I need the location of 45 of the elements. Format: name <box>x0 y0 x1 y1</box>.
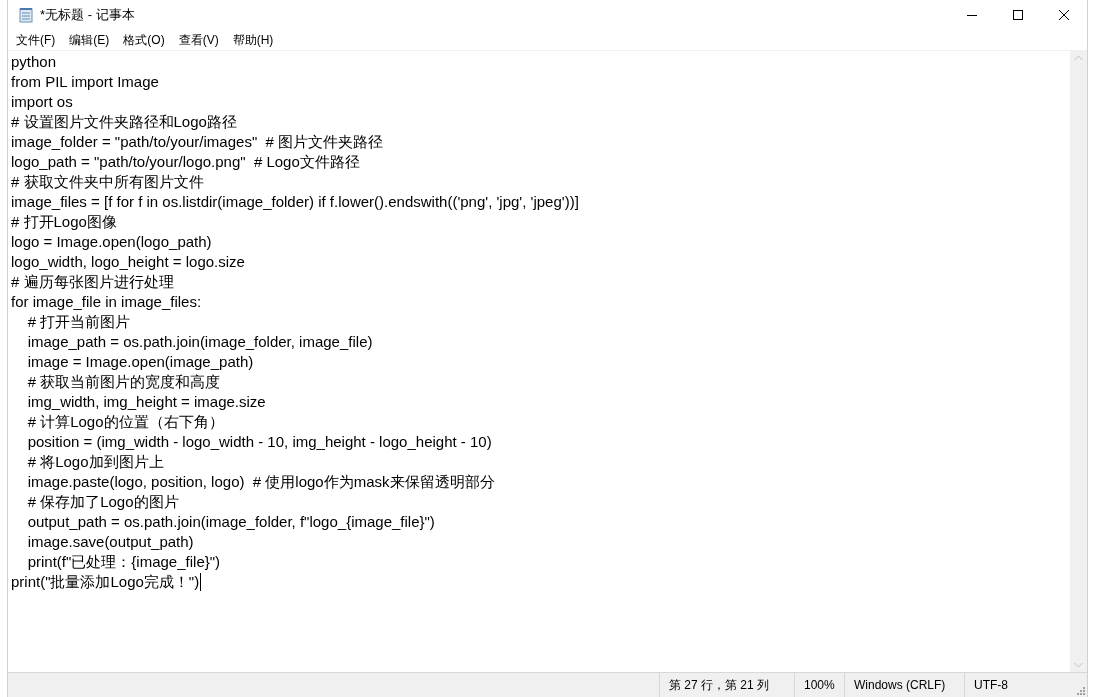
scroll-up-icon[interactable] <box>1074 55 1083 61</box>
window-title: *无标题 - 记事本 <box>40 6 135 25</box>
notepad-icon <box>18 7 34 23</box>
code-line: python <box>11 52 57 72</box>
code-line: # 遍历每张图片进行处理 <box>11 272 174 292</box>
code-line: # 将Logo加到图片上 <box>26 452 164 472</box>
code-line: # 获取文件夹中所有图片文件 <box>11 172 204 192</box>
code-line: # 打开Logo图像 <box>11 212 117 232</box>
code-line: # 设置图片文件夹路径和Logo路径 <box>11 112 237 132</box>
zoom-level: 100% <box>795 673 845 697</box>
encoding: UTF-8 <box>973 677 1009 694</box>
menu-item[interactable]: 文件(F) <box>9 30 63 50</box>
maximize-icon <box>1013 10 1023 20</box>
code-line: print(f"已处理：{image_file}") <box>26 552 221 572</box>
code-line: # 获取当前图片的宽度和高度 <box>26 372 221 392</box>
code-line: image.save(output_path) <box>26 532 194 552</box>
scroll-down-icon[interactable] <box>1074 662 1083 668</box>
menu-item[interactable]: 查看(V) <box>171 30 226 50</box>
vertical-scrollbar[interactable] <box>1070 51 1087 672</box>
code-line: logo = Image.open(logo_path) <box>11 232 212 252</box>
code-line: # 保存加了Logo的图片 <box>26 492 179 512</box>
text-cursor <box>200 573 202 591</box>
code-line: logo_width, logo_height = logo.size <box>11 252 245 272</box>
code-line: # 计算Logo的位置（右下角） <box>26 412 224 432</box>
code-line: img_width, img_height = image.size <box>26 392 266 412</box>
menu-item[interactable]: 格式(O) <box>116 30 172 50</box>
resize-grip-icon[interactable] <box>1075 685 1085 695</box>
cursor-position: 第 27 行，第 21 列 <box>660 673 795 697</box>
menu-item[interactable]: 帮助(H) <box>225 30 281 50</box>
code-line: image = Image.open(image_path) <box>26 352 254 372</box>
line-ending: Windows (CRLF) <box>845 673 965 697</box>
code-line: from PIL import Image <box>11 72 159 92</box>
code-line: image_path = os.path.join(image_folder, image_file) <box>26 332 373 352</box>
code-line: output_path = os.path.join(image_folder, f"logo_{image_file}") <box>26 512 435 532</box>
code-line: import os <box>11 92 73 112</box>
code-line: # 打开当前图片 <box>26 312 131 332</box>
code-line: for image_file in image_files: <box>11 292 202 312</box>
close-icon <box>1059 10 1069 20</box>
code-line: image_files = [f for f in os.listdir(image_folder) if f.lower().endswith(('png', 'jpg', 'jpeg'))] <box>11 192 579 212</box>
code-line: image_folder = "path/to/your/images" # 图片文件夹路径 <box>11 132 384 152</box>
code-line: print("批量添加Logo完成！") <box>11 572 200 592</box>
code-line: image.paste(logo, position, logo) # 使用logo作为mask来保留透明部分 <box>26 472 495 492</box>
menu-item[interactable]: 编辑(E) <box>62 30 117 50</box>
code-line: logo_path = "path/to/your/logo.png" # Logo文件路径 <box>11 152 360 172</box>
code-line: position = (img_width - logo_width - 10, img_height - logo_height - 10) <box>26 432 492 452</box>
